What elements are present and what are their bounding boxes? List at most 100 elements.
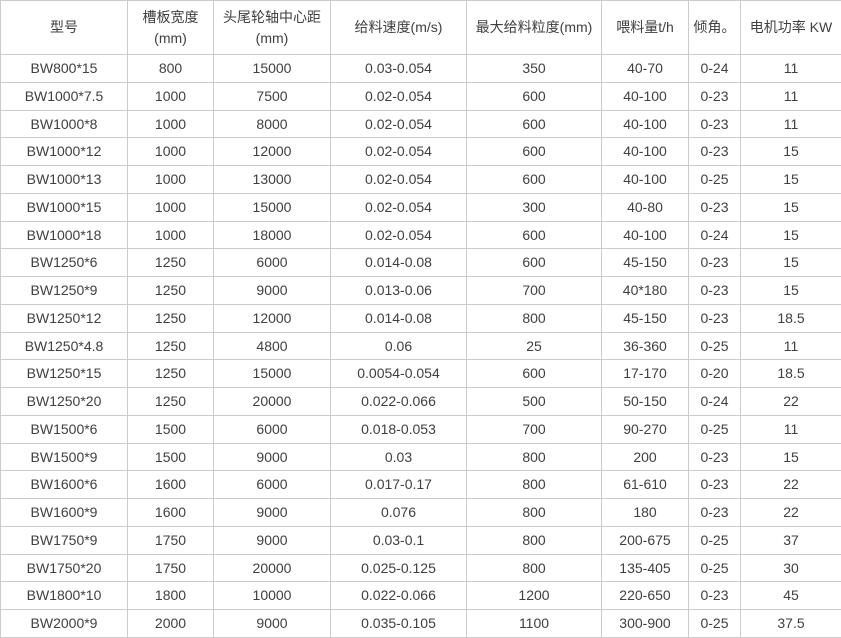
table-cell: 1250 bbox=[128, 360, 214, 388]
table-cell: 1500 bbox=[128, 443, 214, 471]
table-cell: 6000 bbox=[214, 249, 331, 277]
table-cell: 1250 bbox=[128, 277, 214, 305]
table-cell: 15000 bbox=[214, 193, 331, 221]
column-header: 给料速度(m/s) bbox=[331, 1, 467, 55]
table-cell: 8000 bbox=[214, 110, 331, 138]
table-cell: 0-25 bbox=[689, 526, 741, 554]
table-row: BW1600*9160090000.0768001800-2322 bbox=[1, 499, 841, 527]
table-cell: 135-405 bbox=[602, 554, 689, 582]
table-cell: 12000 bbox=[214, 304, 331, 332]
table-cell: 0-25 bbox=[689, 554, 741, 582]
table-cell: 0-23 bbox=[689, 471, 741, 499]
table-cell: 40-70 bbox=[602, 55, 689, 83]
table-cell: 0.02-0.054 bbox=[331, 221, 467, 249]
table-cell: 1750 bbox=[128, 554, 214, 582]
table-cell: 15 bbox=[741, 443, 841, 471]
table-cell: 800 bbox=[467, 443, 602, 471]
table-cell: 0-23 bbox=[689, 249, 741, 277]
table-row: BW1750*201750200000.025-0.125800135-4050… bbox=[1, 554, 841, 582]
table-cell: 0-25 bbox=[689, 415, 741, 443]
table-cell: 0-24 bbox=[689, 388, 741, 416]
model-cell: BW1250*6 bbox=[1, 249, 128, 277]
model-cell: BW1250*15 bbox=[1, 360, 128, 388]
table-cell: 45-150 bbox=[602, 304, 689, 332]
table-cell: 1250 bbox=[128, 304, 214, 332]
table-cell: 40-100 bbox=[602, 166, 689, 194]
table-cell: 18000 bbox=[214, 221, 331, 249]
table-cell: 0.03-0.054 bbox=[331, 55, 467, 83]
table-cell: 200 bbox=[602, 443, 689, 471]
table-cell: 9000 bbox=[214, 499, 331, 527]
table-cell: 700 bbox=[467, 415, 602, 443]
table-cell: 12000 bbox=[214, 138, 331, 166]
table-cell: 0-24 bbox=[689, 221, 741, 249]
table-cell: 36-360 bbox=[602, 332, 689, 360]
table-cell: 0-23 bbox=[689, 277, 741, 305]
table-cell: 40-100 bbox=[602, 82, 689, 110]
table-cell: 40-80 bbox=[602, 193, 689, 221]
table-cell: 9000 bbox=[214, 277, 331, 305]
model-cell: BW1000*15 bbox=[1, 193, 128, 221]
table-cell: 15 bbox=[741, 193, 841, 221]
table-row: BW1250*121250120000.014-0.0880045-1500-2… bbox=[1, 304, 841, 332]
table-row: BW1600*6160060000.017-0.1780061-6100-232… bbox=[1, 471, 841, 499]
table-cell: 0.02-0.054 bbox=[331, 138, 467, 166]
table-cell: 1000 bbox=[128, 221, 214, 249]
table-cell: 700 bbox=[467, 277, 602, 305]
table-cell: 800 bbox=[467, 471, 602, 499]
table-cell: 0.03 bbox=[331, 443, 467, 471]
table-row: BW1250*151250150000.0054-0.05460017-1700… bbox=[1, 360, 841, 388]
table-cell: 0.014-0.08 bbox=[331, 249, 467, 277]
table-row: BW1250*6125060000.014-0.0860045-1500-231… bbox=[1, 249, 841, 277]
table-cell: 30 bbox=[741, 554, 841, 582]
table-cell: 300 bbox=[467, 193, 602, 221]
table-cell: 350 bbox=[467, 55, 602, 83]
model-cell: BW1600*9 bbox=[1, 499, 128, 527]
table-cell: 600 bbox=[467, 82, 602, 110]
table-cell: 0.0054-0.054 bbox=[331, 360, 467, 388]
table-cell: 18.5 bbox=[741, 304, 841, 332]
table-cell: 9000 bbox=[214, 610, 331, 638]
table-cell: 600 bbox=[467, 110, 602, 138]
table-cell: 0.022-0.066 bbox=[331, 388, 467, 416]
model-cell: BW1600*6 bbox=[1, 471, 128, 499]
model-cell: BW800*15 bbox=[1, 55, 128, 83]
table-cell: 600 bbox=[467, 221, 602, 249]
table-cell: 0.03-0.1 bbox=[331, 526, 467, 554]
table-row: BW1000*8100080000.02-0.05460040-1000-231… bbox=[1, 110, 841, 138]
model-cell: BW1500*6 bbox=[1, 415, 128, 443]
table-cell: 1750 bbox=[128, 526, 214, 554]
table-cell: 0-25 bbox=[689, 332, 741, 360]
table-cell: 800 bbox=[128, 55, 214, 83]
table-cell: 0-23 bbox=[689, 499, 741, 527]
table-cell: 1500 bbox=[128, 415, 214, 443]
table-cell: 180 bbox=[602, 499, 689, 527]
table-cell: 0-24 bbox=[689, 55, 741, 83]
column-header: 倾角。 bbox=[689, 1, 741, 55]
table-cell: 0-25 bbox=[689, 610, 741, 638]
table-cell: 22 bbox=[741, 388, 841, 416]
table-row: BW1000*7.5100075000.02-0.05460040-1000-2… bbox=[1, 82, 841, 110]
table-cell: 1000 bbox=[128, 138, 214, 166]
table-cell: 37 bbox=[741, 526, 841, 554]
column-header: 型号 bbox=[1, 1, 128, 55]
table-cell: 15 bbox=[741, 277, 841, 305]
table-cell: 40*180 bbox=[602, 277, 689, 305]
model-cell: BW1000*8 bbox=[1, 110, 128, 138]
table-cell: 22 bbox=[741, 471, 841, 499]
model-cell: BW1250*9 bbox=[1, 277, 128, 305]
table-cell: 0.02-0.054 bbox=[331, 166, 467, 194]
table-cell: 0-23 bbox=[689, 82, 741, 110]
table-cell: 0-23 bbox=[689, 443, 741, 471]
table-cell: 22 bbox=[741, 499, 841, 527]
table-row: BW1500*9150090000.038002000-2315 bbox=[1, 443, 841, 471]
table-cell: 11 bbox=[741, 332, 841, 360]
column-header: 电机功率 KW bbox=[741, 1, 841, 55]
table-cell: 800 bbox=[467, 304, 602, 332]
table-cell: 600 bbox=[467, 138, 602, 166]
model-cell: BW1000*13 bbox=[1, 166, 128, 194]
table-cell: 0.025-0.125 bbox=[331, 554, 467, 582]
table-cell: 40-100 bbox=[602, 110, 689, 138]
table-cell: 15 bbox=[741, 138, 841, 166]
table-row: BW1250*201250200000.022-0.06650050-1500-… bbox=[1, 388, 841, 416]
